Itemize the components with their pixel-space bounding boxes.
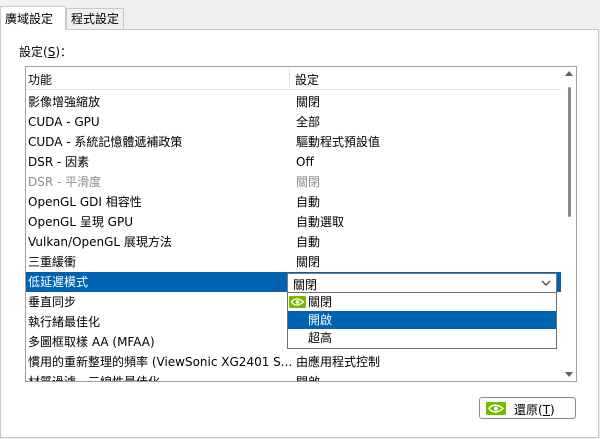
row-feature-name: DSR - 因素 [28, 155, 90, 169]
tab-label: 廣域設定 [5, 12, 54, 26]
restore-button[interactable]: 還原(T) [479, 397, 576, 419]
scroll-up-arrow-icon[interactable] [565, 71, 573, 76]
row-setting-value: 自動 [296, 195, 321, 209]
row-feature-name: 低延遲模式 [28, 275, 89, 289]
dropdown-option-label: 關閉 [308, 295, 333, 309]
column-header-feature[interactable]: 功能 [28, 71, 52, 88]
table-row[interactable]: 影像增強縮放 關閉 [26, 92, 561, 112]
table-row[interactable]: 慣用的重新整理的頻率 (ViewSonic XG2401 S... 由應用程式控制 [26, 352, 561, 372]
row-feature-name: DSR - 平滑度 [28, 175, 102, 189]
row-setting-value: 全部 [296, 115, 321, 129]
row-feature-name: 材質過濾 - 三線性最佳化 [28, 375, 160, 382]
combobox-value: 關閉 [293, 278, 318, 292]
table-row[interactable]: DSR - 因素 Off [26, 152, 561, 172]
nvidia-logo-icon [289, 296, 306, 308]
vertical-scrollbar[interactable] [561, 67, 576, 381]
row-setting-value: 自動選取 [296, 215, 345, 229]
dropdown-option[interactable]: 開啟 [288, 311, 556, 329]
table-row[interactable]: 材質過濾 - 三線性最佳化 開啟 [26, 372, 561, 382]
row-feature-name: 影像增強縮放 [28, 95, 101, 109]
column-divider[interactable] [289, 69, 290, 87]
table-row[interactable]: OpenGL GDI 相容性 自動 [26, 192, 561, 212]
nvidia-logo-icon [486, 402, 506, 415]
scroll-thumb[interactable] [568, 87, 571, 217]
row-feature-name: 垂直同步 [28, 295, 77, 309]
table-row[interactable]: OpenGL 呈現 GPU 自動選取 [26, 212, 561, 232]
settings-label: 設定(S)： [19, 45, 72, 59]
row-feature-name: 慣用的重新整理的頻率 (ViewSonic XG2401 S... [28, 355, 293, 369]
table-row[interactable]: 三重緩衝 關閉 [26, 252, 561, 272]
dropdown-option-label: 超高 [308, 331, 333, 345]
row-feature-name: OpenGL GDI 相容性 [28, 195, 142, 209]
row-setting-value: 開啟 [296, 375, 321, 382]
chevron-down-icon[interactable] [540, 277, 552, 289]
scroll-down-arrow-icon[interactable] [565, 372, 573, 377]
row-setting-value: 關閉 [296, 175, 321, 189]
tab-strip: 廣域設定 程式設定 [0, 0, 600, 30]
setting-value-combobox[interactable]: 關閉 [287, 273, 557, 293]
row-feature-name: 三重緩衝 [28, 255, 77, 269]
dropdown-option[interactable]: 超高 [288, 329, 556, 347]
tab-program-settings[interactable]: 程式設定 [66, 8, 124, 29]
row-feature-name: CUDA - 系統記憶體遞補政策 [28, 135, 183, 149]
row-feature-name: Vulkan/OpenGL 展現方法 [28, 235, 172, 249]
table-row[interactable]: Vulkan/OpenGL 展現方法 自動 [26, 232, 561, 252]
row-feature-name: CUDA - GPU [28, 115, 100, 129]
row-setting-value: 由應用程式控制 [296, 355, 381, 369]
row-setting-value: 自動 [296, 235, 321, 249]
tab-label: 程式設定 [71, 12, 120, 26]
row-setting-value: 關閉 [296, 255, 321, 269]
table-row[interactable]: DSR - 平滑度 關閉 [26, 172, 561, 192]
row-feature-name: 多圖框取樣 AA (MFAA) [28, 335, 155, 349]
tab-global-settings[interactable]: 廣域設定 [0, 6, 66, 30]
row-setting-value: 關閉 [296, 95, 321, 109]
dropdown-option[interactable]: 關閉 [288, 293, 556, 311]
row-setting-value: Off [296, 155, 314, 169]
table-row[interactable]: CUDA - 系統記憶體遞補政策 驅動程式預設值 [26, 132, 561, 152]
row-feature-name: 執行緒最佳化 [28, 315, 101, 329]
row-setting-value: 驅動程式預設值 [296, 135, 381, 149]
list-header: 功能 設定 [26, 67, 576, 90]
table-row[interactable]: CUDA - GPU 全部 [26, 112, 561, 132]
dropdown-option-label: 開啟 [308, 313, 333, 327]
row-feature-name: OpenGL 呈現 GPU [28, 215, 133, 229]
restore-button-label: 還原(T) [514, 403, 555, 417]
dropdown-list[interactable]: 關閉 開啟 超高 [287, 292, 557, 349]
column-header-setting[interactable]: 設定 [295, 71, 319, 88]
